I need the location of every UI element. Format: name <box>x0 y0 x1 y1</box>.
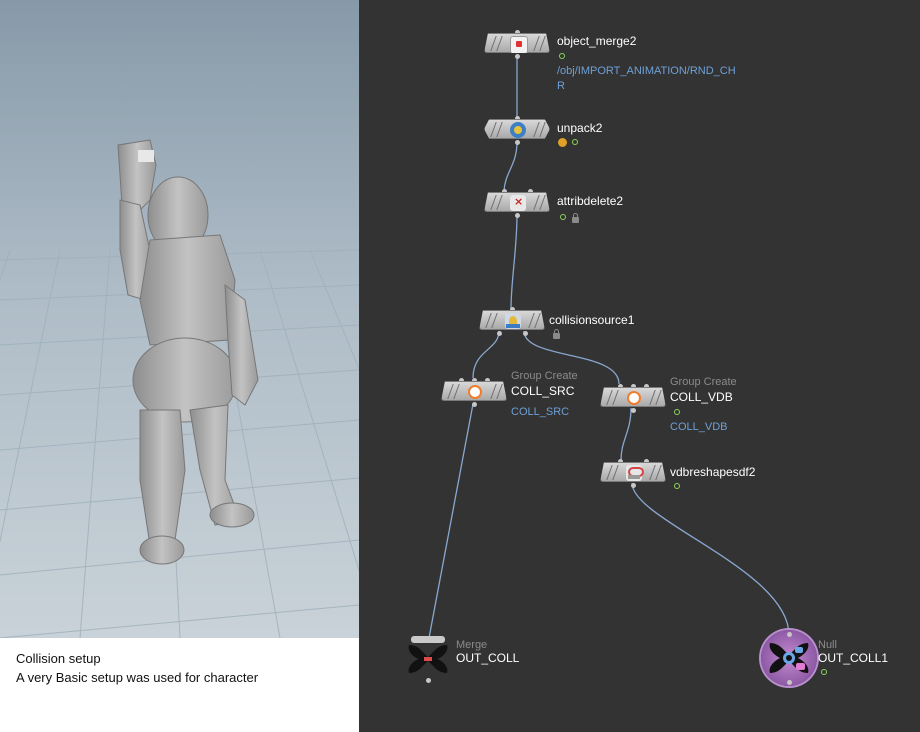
attribute-delete-icon: × <box>510 195 526 211</box>
node-body[interactable]: × <box>484 192 550 212</box>
null-icon <box>769 643 809 673</box>
display-flag-icon <box>674 409 680 415</box>
wire-collsrc-outcoll <box>428 403 474 639</box>
wire-collisionsource-collsrc <box>472 330 500 379</box>
viewport-render <box>0 0 359 638</box>
display-flag-icon <box>559 53 565 59</box>
lock-icon <box>572 213 579 223</box>
node-param: /obj/IMPORT_ANIMATION/RND_CH R <box>557 65 736 92</box>
node-name: OUT_COLL <box>456 651 520 665</box>
caption-title: Collision setup <box>16 651 101 666</box>
scene-viewport[interactable] <box>0 0 359 638</box>
lock-icon <box>553 329 560 339</box>
output-port[interactable] <box>515 140 520 145</box>
caption-subtitle: A very Basic setup was used for characte… <box>16 670 259 685</box>
output-port-2[interactable] <box>523 331 528 336</box>
output-port[interactable] <box>515 213 520 218</box>
display-flag-icon <box>674 483 680 489</box>
output-port[interactable] <box>515 54 520 59</box>
unpack-icon <box>510 122 526 138</box>
node-body[interactable] <box>441 381 507 401</box>
display-flag-icon <box>560 214 566 220</box>
node-type: Merge <box>456 639 488 651</box>
caption-panel: Collision setup A very Basic setup was u… <box>0 638 359 732</box>
node-name: attribdelete2 <box>557 194 624 208</box>
output-port[interactable] <box>426 678 431 683</box>
wire-vdbreshape-outcoll1 <box>631 482 790 636</box>
wire-attribdelete-collisionsource <box>510 213 518 310</box>
node-body[interactable] <box>479 310 545 330</box>
node-body[interactable] <box>484 119 550 139</box>
output-port[interactable] <box>631 408 636 413</box>
node-name: object_merge2 <box>557 34 637 48</box>
group-create-icon <box>467 384 483 400</box>
object-merge-icon <box>510 36 528 53</box>
wire-collvdb-vdbreshape <box>620 407 632 461</box>
vdb-reshape-icon <box>626 465 644 481</box>
node-name: COLL_VDB <box>670 390 733 404</box>
node-type: Group Create <box>511 370 578 382</box>
node-body[interactable] <box>484 33 550 53</box>
node-type: Group Create <box>670 376 737 388</box>
node-name: vdbreshapesdf2 <box>670 465 756 479</box>
merge-icon <box>408 645 448 673</box>
node-name: unpack2 <box>557 121 603 135</box>
wire-unpack-attribdelete <box>503 141 518 192</box>
node-name: COLL_SRC <box>511 384 575 398</box>
node-param: COLL_VDB <box>670 421 728 433</box>
output-port[interactable] <box>787 680 792 685</box>
node-name: collisionsource1 <box>549 313 635 327</box>
node-type: Null <box>818 639 837 651</box>
node-body[interactable] <box>600 387 666 407</box>
node-body[interactable] <box>600 462 666 482</box>
warning-icon <box>558 138 567 147</box>
output-port[interactable] <box>472 402 477 407</box>
input-port[interactable] <box>787 632 792 637</box>
output-port[interactable] <box>497 331 502 336</box>
group-create-icon <box>626 390 642 406</box>
display-flag-icon <box>821 669 827 675</box>
network-editor[interactable]: object_merge2 /obj/IMPORT_ANIMATION/RND_… <box>359 0 920 732</box>
collision-source-icon <box>505 313 521 329</box>
output-port[interactable] <box>631 483 636 488</box>
network-wires <box>428 57 790 639</box>
node-param: COLL_SRC <box>511 406 570 418</box>
display-flag-icon <box>572 139 578 145</box>
node-name: OUT_COLL1 <box>818 651 889 665</box>
